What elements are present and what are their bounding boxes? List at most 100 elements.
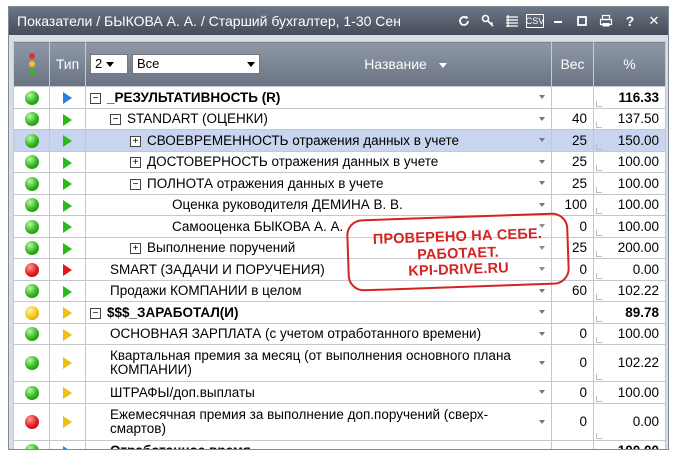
weight-cell[interactable]: 25 <box>551 150 594 173</box>
list-icon[interactable] <box>502 11 522 31</box>
percent-value: 100.00 <box>617 218 659 234</box>
weight-cell[interactable]: 40 <box>551 107 594 130</box>
cell-marker-icon <box>596 122 602 128</box>
table-row[interactable]: + СВОЕВРЕМЕННОСТЬ отражения данных в учет… <box>13 129 666 152</box>
weight-cell[interactable]: 100 <box>551 193 594 216</box>
print-icon[interactable] <box>596 11 616 31</box>
status-green-icon <box>24 284 39 299</box>
verified-stamp: ПРОВЕРЕНО НА СЕБЕ. РАБОТАЕТ. KPI-DRIVE.R… <box>345 212 571 292</box>
table-row[interactable]: Продажи КОМПАНИИ в целом 60 102.22 <box>13 279 666 302</box>
percent-value: 200.00 <box>617 240 659 256</box>
row-menu-chevron-icon[interactable] <box>539 116 545 121</box>
table-row[interactable]: − ПОЛНОТА отражения данных в учете 25 100.0… <box>13 172 666 195</box>
percent-cell: 89.78 <box>593 301 666 324</box>
type-cell <box>49 193 86 216</box>
type-green-arrow-icon <box>63 135 72 148</box>
table-row[interactable]: Отработанное время 100.00 <box>13 439 666 449</box>
weight-column-header[interactable]: Вес <box>551 41 594 87</box>
minimize-icon[interactable] <box>548 11 568 31</box>
row-menu-chevron-icon[interactable] <box>539 448 545 449</box>
percent-cell: 102.22 <box>593 279 666 302</box>
name-column-header[interactable]: 2 Все Название <box>85 41 552 87</box>
type-red-arrow-icon <box>63 264 72 277</box>
weight-cell[interactable]: 0 <box>551 344 594 382</box>
status-cell <box>13 236 50 259</box>
type-green-arrow-icon <box>63 156 72 169</box>
name-cell: + СВОЕВРЕМЕННОСТЬ отражения данных в учет… <box>85 129 552 152</box>
row-menu-chevron-icon[interactable] <box>539 331 545 336</box>
type-cell <box>49 172 86 195</box>
row-menu-chevron-icon[interactable] <box>539 181 545 186</box>
percent-column-header[interactable]: % <box>593 41 666 87</box>
name-cell: Отработанное время <box>85 439 552 449</box>
row-name: ОСНОВНАЯ ЗАРПЛАТА (с учетом отработанног… <box>110 326 482 342</box>
collapse-toggle-icon[interactable]: − <box>110 114 121 126</box>
row-menu-chevron-icon[interactable] <box>539 288 545 293</box>
type-cell <box>49 215 86 238</box>
row-name: ДОСТОВЕРНОСТЬ отражения данных в учете <box>147 154 439 170</box>
row-menu-chevron-icon[interactable] <box>539 159 545 164</box>
type-yellow-arrow-icon <box>63 357 72 370</box>
status-cell <box>13 322 50 345</box>
expand-toggle-icon[interactable]: + <box>130 135 141 147</box>
weight-cell[interactable]: 0 <box>551 322 594 345</box>
table-row[interactable]: + ДОСТОВЕРНОСТЬ отражения данных в учете 2… <box>13 150 666 173</box>
table-row[interactable]: ШТРАФЫ/доп.выплаты 0 100.00 <box>13 381 666 404</box>
status-green-icon <box>24 198 39 213</box>
collapse-toggle-icon[interactable]: − <box>90 92 101 104</box>
status-red-icon <box>24 262 39 277</box>
cell-marker-icon <box>596 229 602 236</box>
weight-cell[interactable]: 25 <box>551 172 594 195</box>
cell-marker-icon <box>596 337 602 343</box>
type-green-arrow-icon <box>63 113 72 126</box>
collapse-toggle-icon[interactable]: − <box>90 307 101 319</box>
row-menu-chevron-icon[interactable] <box>539 95 545 100</box>
status-cell <box>13 439 50 449</box>
expand-toggle-icon[interactable]: + <box>130 243 141 255</box>
percent-cell: 0.00 <box>593 402 666 441</box>
type-column-header[interactable]: Тип <box>49 41 86 87</box>
expand-toggle-icon[interactable]: + <box>130 157 141 169</box>
table-row[interactable]: Оценка руководителя ДЕМИНА В. В. 100 100.0… <box>13 193 666 216</box>
row-menu-chevron-icon[interactable] <box>539 202 545 207</box>
sort-chevron-icon[interactable] <box>438 62 447 68</box>
status-column-header[interactable] <box>13 41 50 87</box>
type-cell <box>49 439 86 449</box>
status-cell <box>13 86 50 109</box>
weight-cell[interactable] <box>551 301 594 324</box>
level-select[interactable]: 2 <box>90 54 128 74</box>
name-cell: Ежемесячная премия за выполнение доп.пор… <box>85 402 552 441</box>
title-bar: Показатели / БЫКОВА А. А. / Старший бухг… <box>9 7 668 35</box>
row-menu-chevron-icon[interactable] <box>539 419 545 424</box>
weight-cell[interactable]: 0 <box>551 402 594 441</box>
close-icon[interactable]: ✕ <box>644 11 664 31</box>
type-cell <box>49 322 86 345</box>
weight-cell[interactable]: 25 <box>551 129 594 152</box>
collapse-toggle-icon[interactable]: − <box>130 178 141 190</box>
weight-cell[interactable] <box>551 439 594 449</box>
weight-cell[interactable]: 0 <box>551 381 594 404</box>
table-row[interactable]: Квартальная премия за месяц (от выполнен… <box>13 344 666 382</box>
table-row[interactable]: − _РЕЗУЛЬТАТИВНОСТЬ (R) 116.33 <box>13 86 666 109</box>
row-name: _РЕЗУЛЬТАТИВНОСТЬ (R) <box>107 89 281 105</box>
table-row[interactable]: − $$$_ЗАРАБОТАЛ(И) 89.78 <box>13 301 666 324</box>
refresh-icon[interactable] <box>454 11 474 31</box>
row-menu-chevron-icon[interactable] <box>539 390 545 395</box>
table-row[interactable]: Ежемесячная премия за выполнение доп.пор… <box>13 402 666 441</box>
table-row[interactable]: ОСНОВНАЯ ЗАРПЛАТА (с учетом отработанног… <box>13 322 666 345</box>
row-menu-chevron-icon[interactable] <box>539 310 545 315</box>
type-yellow-arrow-icon <box>63 387 72 400</box>
csv-export-icon[interactable]: CSV <box>526 14 544 28</box>
row-name: Выполнение поручений <box>147 240 296 256</box>
filter-select[interactable]: Все <box>132 54 260 74</box>
weight-cell[interactable] <box>551 86 594 109</box>
maximize-icon[interactable] <box>572 11 592 31</box>
status-cell <box>13 215 50 238</box>
name-cell: − STANDART (ОЦЕНКИ) <box>85 107 552 130</box>
help-icon[interactable]: ? <box>620 11 640 31</box>
row-menu-chevron-icon[interactable] <box>539 361 545 365</box>
row-menu-chevron-icon[interactable] <box>539 138 545 143</box>
percent-cell: 100.00 <box>593 193 666 216</box>
table-row[interactable]: − STANDART (ОЦЕНКИ) 40 137.50 <box>13 107 666 130</box>
key-icon[interactable] <box>478 11 498 31</box>
